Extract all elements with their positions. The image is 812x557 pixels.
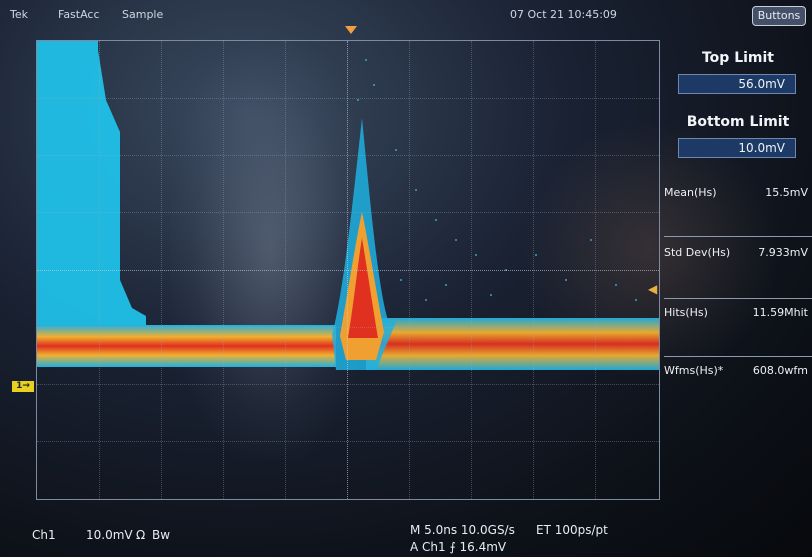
trigger-readout: A Ch1 ⨍ 16.4mV xyxy=(410,540,507,554)
et-readout: ET 100ps/pt xyxy=(536,523,608,537)
brand-label: Tek xyxy=(10,8,28,21)
bandwidth-icon: Bw xyxy=(152,528,171,542)
trigger-level-icon: ◀ xyxy=(648,282,658,296)
divider xyxy=(664,298,812,299)
measurement-label: Mean(Hs) xyxy=(664,186,717,199)
bottom-limit-title: Bottom Limit xyxy=(686,114,790,130)
status-bar: Tek FastAcc Sample 07 Oct 21 10:45:09 Bu… xyxy=(0,0,812,28)
grid-line-h xyxy=(37,384,659,385)
measurement-label: Hits(Hs) xyxy=(664,306,708,319)
divider xyxy=(664,236,812,237)
sample-mode-label: Sample xyxy=(122,8,164,21)
measurement-row[interactable]: Std Dev(Hs) 7.933mV xyxy=(664,246,812,266)
top-limit-field[interactable]: 56.0mV xyxy=(678,74,796,94)
coupling-icon: Ω xyxy=(136,528,146,542)
timebase-readout: M 5.0ns 10.0GS/s xyxy=(410,523,515,537)
measurement-row[interactable]: Wfms(Hs)* 608.0wfm xyxy=(664,364,812,384)
measurement-value: 11.59Mhit xyxy=(752,306,808,319)
measurement-row[interactable]: Mean(Hs) 15.5mV xyxy=(664,186,812,206)
measurement-label: Std Dev(Hs) xyxy=(664,246,731,259)
trigger-position-icon xyxy=(345,26,357,34)
measurement-value: 7.933mV xyxy=(758,246,808,259)
oscilloscope-screen: Tek FastAcc Sample 07 Oct 21 10:45:09 Bu… xyxy=(0,0,812,557)
datetime-label: 07 Oct 21 10:45:09 xyxy=(510,8,617,21)
measurement-value: 15.5mV xyxy=(765,186,808,199)
graticule xyxy=(36,40,660,500)
measurement-value: 608.0wfm xyxy=(752,364,808,377)
grid-center-h xyxy=(37,270,659,271)
top-limit-title: Top Limit xyxy=(701,50,774,66)
measurement-label: Wfms(Hs)* xyxy=(664,364,724,377)
bottom-limit-field[interactable]: 10.0mV xyxy=(678,138,796,158)
buttons-button[interactable]: Buttons xyxy=(752,6,806,26)
divider xyxy=(664,356,812,357)
grid-line-h xyxy=(37,327,659,328)
grid-line-h xyxy=(37,155,659,156)
channel-label[interactable]: Ch1 xyxy=(32,528,56,542)
measurement-panel: Top Limit 56.0mV Bottom Limit 10.0mV Mea… xyxy=(664,40,812,380)
grid-line-h xyxy=(37,212,659,213)
vertical-scale: 10.0mV xyxy=(86,528,133,542)
ch1-marker-label: 1 xyxy=(16,381,23,391)
measurement-row[interactable]: Hits(Hs) 11.59Mhit xyxy=(664,306,812,326)
readout-bar: Ch1 10.0mV Ω Bw M 5.0ns 10.0GS/s ET 100p… xyxy=(0,520,812,557)
acq-mode-label: FastAcc xyxy=(58,8,100,21)
grid-line-h xyxy=(37,98,659,99)
ch1-level-marker[interactable]: 1→ xyxy=(12,381,34,392)
grid-line-h xyxy=(37,441,659,442)
